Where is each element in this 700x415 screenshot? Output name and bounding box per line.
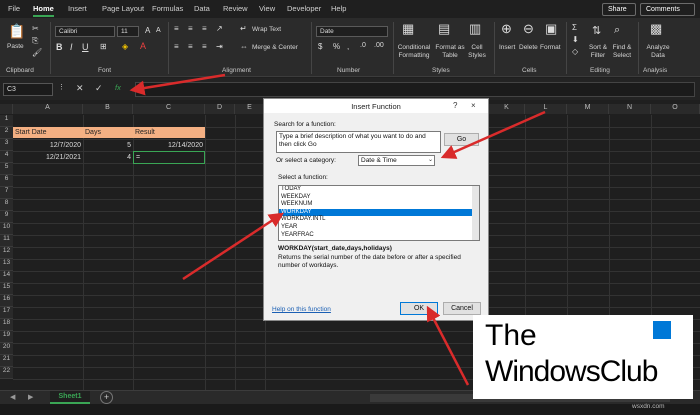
arrow-to-fx [129,73,226,96]
arrow-to-category [440,110,546,159]
arrow-to-ok [426,305,470,386]
annotation-arrows [129,73,546,386]
arrow-to-workday [182,212,285,281]
excel-window: File Home Insert Page Layout Formulas Da… [0,0,700,415]
